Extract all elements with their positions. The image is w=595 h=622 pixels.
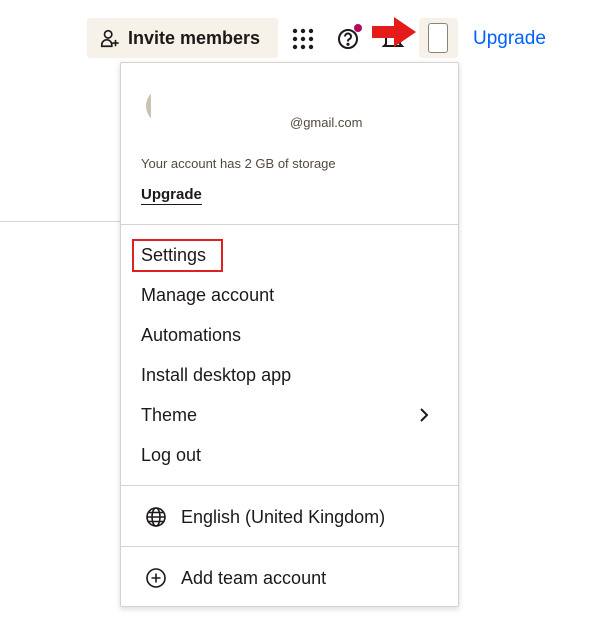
- top-bar: Invite members Upgrade: [0, 0, 595, 70]
- account-email: @gmail.com: [290, 115, 363, 130]
- profile-avatar: [146, 88, 182, 124]
- menu-item-theme[interactable]: Theme: [141, 403, 197, 427]
- person-add-icon: [100, 29, 119, 48]
- menu-item-manage-account[interactable]: Manage account: [141, 283, 274, 307]
- notification-dot: [354, 24, 362, 32]
- menu-item-log-out[interactable]: Log out: [141, 443, 201, 467]
- menu-item-automations[interactable]: Automations: [141, 323, 241, 347]
- avatar: [428, 23, 448, 53]
- menu-divider: [121, 485, 458, 486]
- page-divider: [0, 221, 121, 222]
- language-selector[interactable]: English (United Kingdom): [181, 505, 385, 529]
- red-arrow-annotation-icon: [372, 17, 416, 47]
- account-avatar-button[interactable]: [419, 18, 458, 58]
- add-circle-icon: [146, 568, 166, 588]
- chevron-right-icon: [420, 408, 429, 422]
- menu-item-settings[interactable]: Settings: [141, 243, 206, 267]
- header-upgrade-link[interactable]: Upgrade: [473, 28, 546, 50]
- menu-item-install-desktop-app[interactable]: Install desktop app: [141, 363, 291, 387]
- menu-upgrade-link[interactable]: Upgrade: [141, 186, 202, 205]
- invite-members-label: Invite members: [128, 27, 261, 48]
- account-dropdown-menu: @gmail.com Your account has 2 GB of stor…: [120, 62, 459, 607]
- globe-icon: [146, 507, 166, 527]
- storage-info: Your account has 2 GB of storage: [141, 156, 336, 171]
- apps-grid-icon[interactable]: [292, 28, 314, 50]
- invite-members-button[interactable]: Invite members: [87, 18, 278, 58]
- menu-divider: [121, 224, 458, 225]
- menu-divider: [121, 546, 458, 547]
- add-team-account-item[interactable]: Add team account: [181, 566, 326, 590]
